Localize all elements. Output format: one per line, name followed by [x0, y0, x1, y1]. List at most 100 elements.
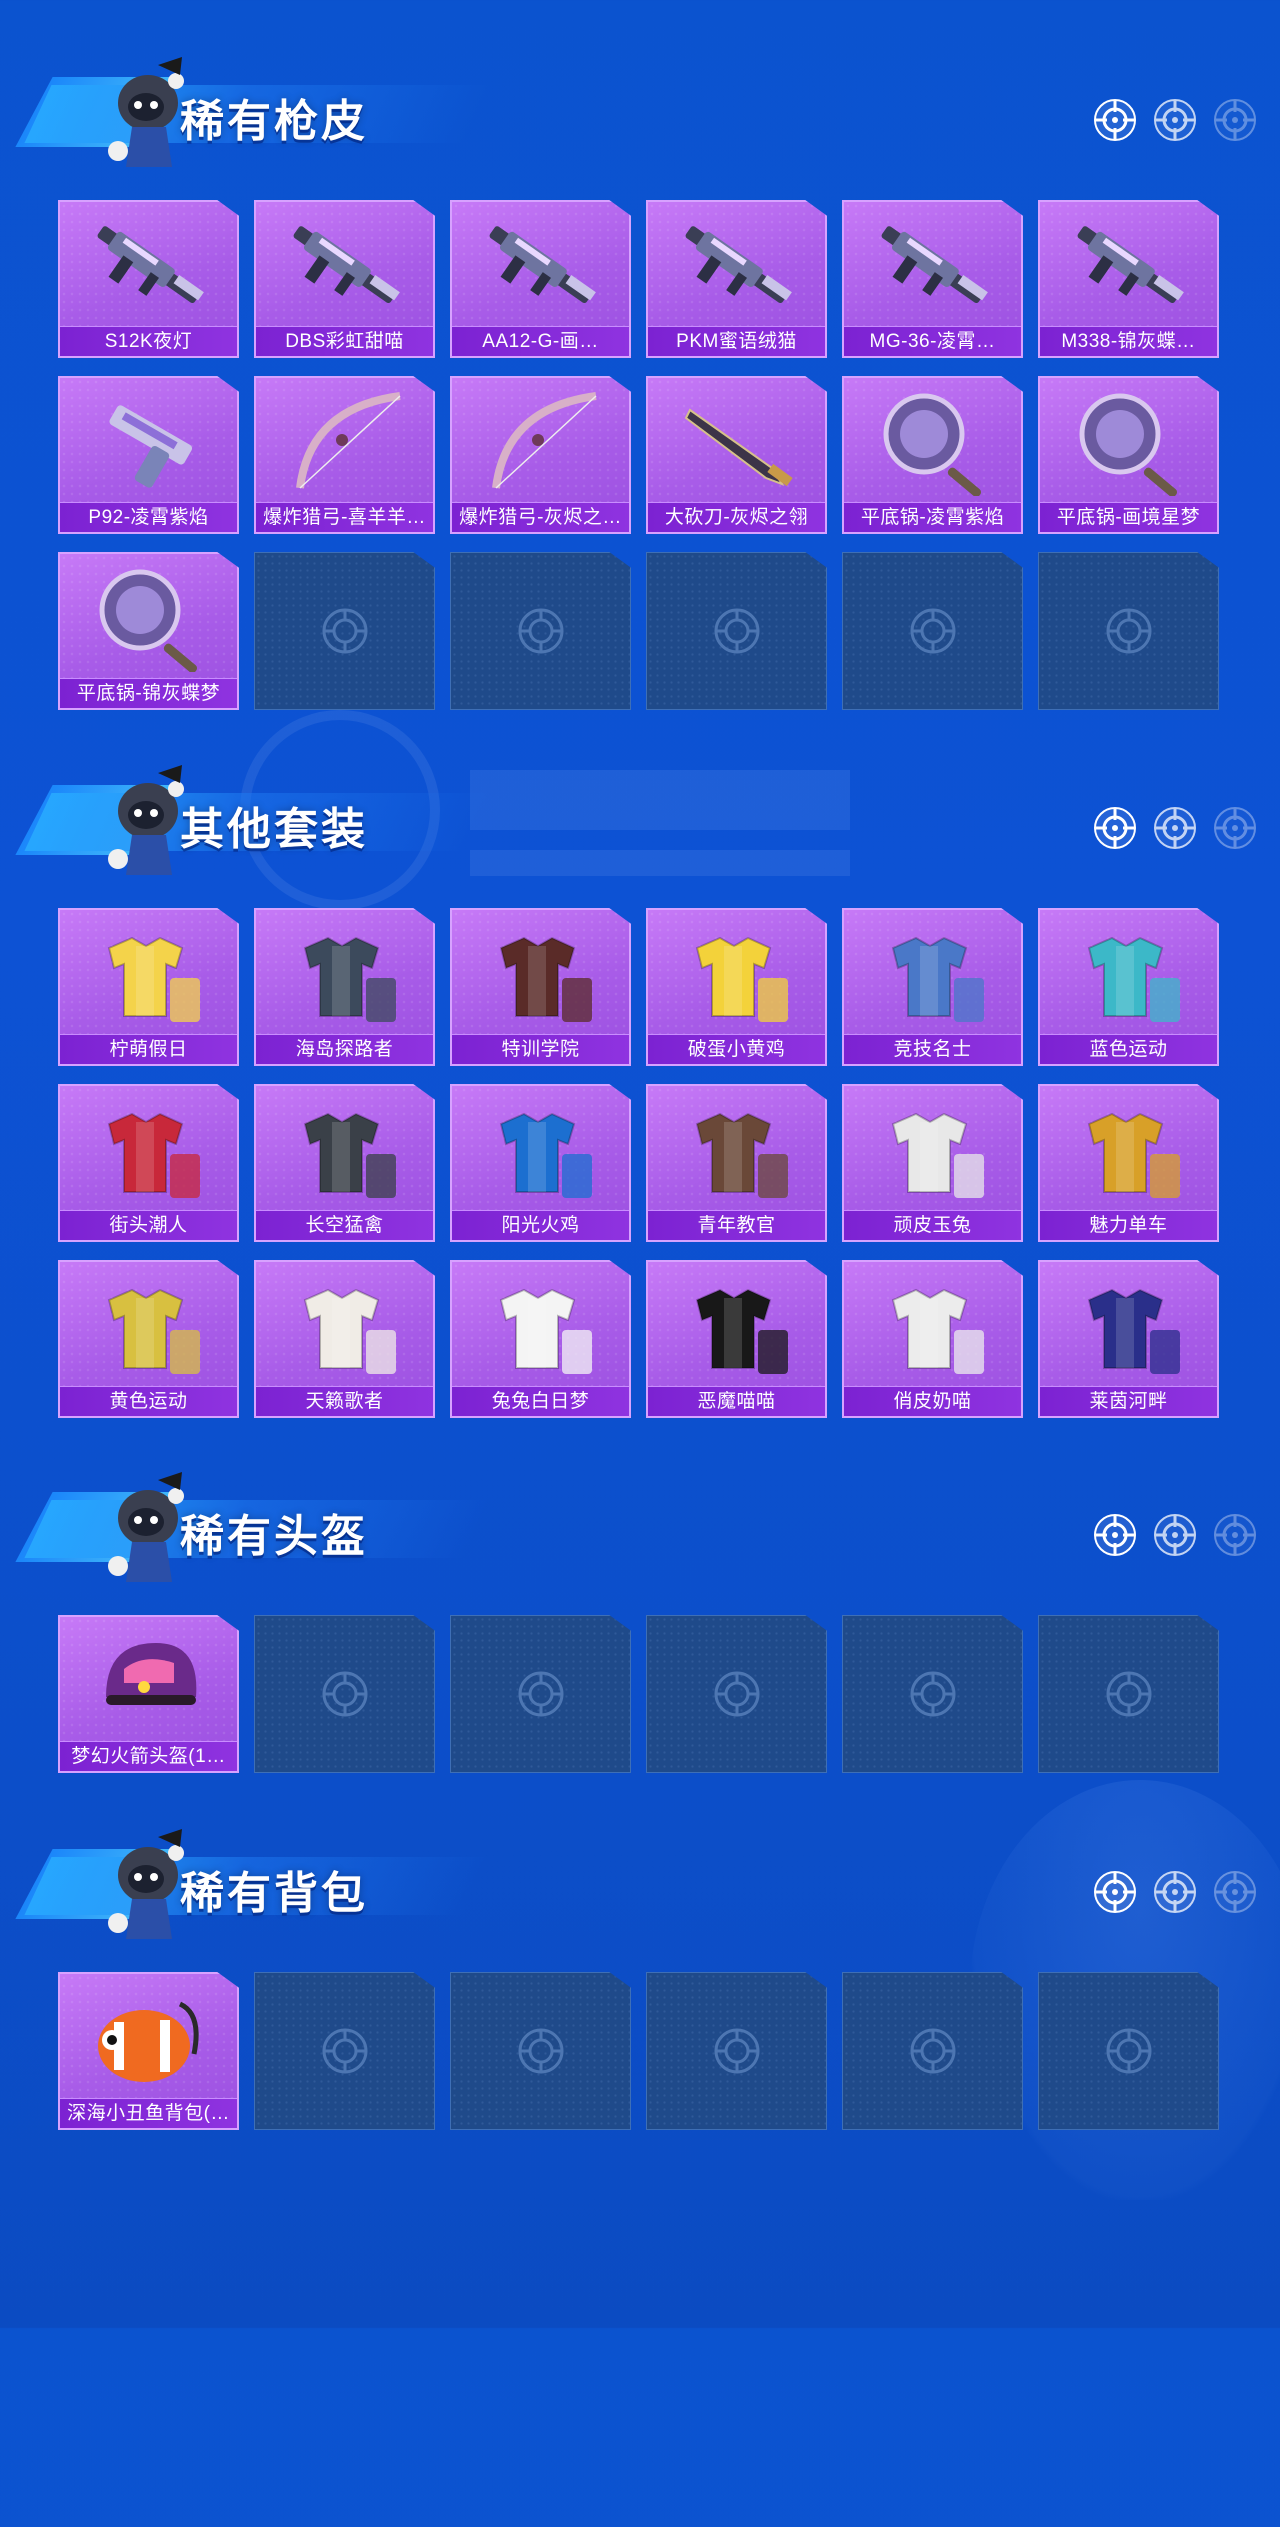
outfit-icon: [84, 1096, 214, 1204]
crosshair-icon: [1092, 1512, 1138, 1558]
empty-crosshair-icon: [712, 606, 762, 656]
item-label: 街头潮人: [60, 1210, 237, 1240]
crosshair-icon: [1152, 1512, 1198, 1558]
item-label: DBS彩虹甜喵: [256, 326, 433, 356]
item-label: 兔兔白日梦: [452, 1386, 629, 1416]
item-card[interactable]: 俏皮奶喵: [842, 1260, 1023, 1418]
empty-slot: [842, 1972, 1023, 2130]
item-card[interactable]: 兔兔白日梦: [450, 1260, 631, 1418]
item-card[interactable]: 魅力单车: [1038, 1084, 1219, 1242]
item-card[interactable]: AA12-G-画…: [450, 200, 631, 358]
item-card[interactable]: S12K夜灯: [58, 200, 239, 358]
outfit-icon: [868, 1272, 998, 1380]
empty-crosshair-icon: [1104, 606, 1154, 656]
item-card[interactable]: DBS彩虹甜喵: [254, 200, 435, 358]
section-title: 其他套装: [180, 805, 368, 854]
empty-slot: [842, 552, 1023, 710]
empty-slot: [254, 1615, 435, 1773]
empty-crosshair-icon: [908, 2026, 958, 2076]
outfit-icon: [476, 1272, 606, 1380]
empty-crosshair-icon: [1104, 1669, 1154, 1719]
crosshair-icon: [1212, 805, 1258, 851]
item-card[interactable]: 天籁歌者: [254, 1260, 435, 1418]
item-label: 平底锅-画境星梦: [1040, 502, 1217, 532]
item-card[interactable]: 竞技名士: [842, 908, 1023, 1066]
empty-crosshair-icon: [908, 1669, 958, 1719]
section-crosshair-indicators: [1092, 1512, 1256, 1558]
empty-slot: [1038, 552, 1219, 710]
outfit-icon: [1064, 920, 1194, 1028]
outfit-icon: [672, 1096, 802, 1204]
item-card[interactable]: 青年教官: [646, 1084, 827, 1242]
empty-slot: [254, 1972, 435, 2130]
item-label: 俏皮奶喵: [844, 1386, 1021, 1416]
item-card[interactable]: 爆炸猎弓-灰烬之…: [450, 376, 631, 534]
item-card[interactable]: P92-凌霄紫焰: [58, 376, 239, 534]
item-card[interactable]: 恶魔喵喵: [646, 1260, 827, 1418]
item-card[interactable]: 大砍刀-灰烬之翎: [646, 376, 827, 534]
item-card[interactable]: 爆炸猎弓-喜羊羊…: [254, 376, 435, 534]
empty-slot: [450, 552, 631, 710]
section-header: 稀有头盔: [15, 1470, 492, 1590]
item-card[interactable]: 长空猛禽: [254, 1084, 435, 1242]
item-label: P92-凌霄紫焰: [60, 502, 237, 532]
empty-crosshair-icon: [516, 1669, 566, 1719]
empty-crosshair-icon: [908, 606, 958, 656]
empty-slot: [254, 552, 435, 710]
item-card[interactable]: 破蛋小黄鸡: [646, 908, 827, 1066]
section-title: 稀有头盔: [180, 1512, 368, 1561]
item-label: S12K夜灯: [60, 326, 237, 356]
item-card[interactable]: 平底锅-锦灰蝶梦: [58, 552, 239, 710]
empty-crosshair-icon: [1104, 2026, 1154, 2076]
item-card[interactable]: 阳光火鸡: [450, 1084, 631, 1242]
item-card[interactable]: 梦幻火箭头盔(1…: [58, 1615, 239, 1773]
item-card[interactable]: 平底锅-凌霄紫焰: [842, 376, 1023, 534]
item-label: 深海小丑鱼背包(…: [60, 2098, 237, 2128]
item-card[interactable]: 蓝色运动: [1038, 908, 1219, 1066]
gun-icon: [280, 212, 410, 320]
gun-icon: [868, 212, 998, 320]
item-card[interactable]: 柠萌假日: [58, 908, 239, 1066]
item-card[interactable]: 海岛探路者: [254, 908, 435, 1066]
item-card[interactable]: 街头潮人: [58, 1084, 239, 1242]
item-card[interactable]: 顽皮玉兔: [842, 1084, 1023, 1242]
outfit-icon: [868, 920, 998, 1028]
item-card[interactable]: 黄色运动: [58, 1260, 239, 1418]
empty-crosshair-icon: [320, 1669, 370, 1719]
item-label: 梦幻火箭头盔(1…: [60, 1741, 237, 1771]
helmet-icon: [84, 1627, 214, 1735]
empty-slot: [450, 1615, 631, 1773]
item-label: 竞技名士: [844, 1034, 1021, 1064]
section-crosshair-indicators: [1092, 97, 1256, 143]
item-label: MG-36-凌霄…: [844, 326, 1021, 356]
machete-icon: [672, 388, 802, 496]
item-card[interactable]: MG-36-凌霄…: [842, 200, 1023, 358]
outfit-icon: [84, 1272, 214, 1380]
outfit-icon: [280, 1272, 410, 1380]
item-card[interactable]: 特训学院: [450, 908, 631, 1066]
section-title: 稀有背包: [180, 1869, 368, 1918]
outfit-icon: [1064, 1096, 1194, 1204]
item-card[interactable]: M338-锦灰蝶…: [1038, 200, 1219, 358]
item-card[interactable]: 莱茵河畔: [1038, 1260, 1219, 1418]
item-card[interactable]: 深海小丑鱼背包(…: [58, 1972, 239, 2130]
crosshair-icon: [1152, 97, 1198, 143]
outfit-icon: [672, 1272, 802, 1380]
empty-slot: [646, 1972, 827, 2130]
item-label: 破蛋小黄鸡: [648, 1034, 825, 1064]
gun-icon: [476, 212, 606, 320]
item-label: 海岛探路者: [256, 1034, 433, 1064]
outfit-icon: [476, 1096, 606, 1204]
section-header: 稀有背包: [15, 1827, 492, 1947]
section-header: 其他套装: [15, 763, 492, 883]
section-1: 其他套装 柠萌假日 海岛探路者 特训学院 破蛋小黄鸡 竞技名士 蓝色运动 街头潮…: [0, 763, 1280, 1463]
item-label: 大砍刀-灰烬之翎: [648, 502, 825, 532]
crosshair-icon: [1092, 1869, 1138, 1915]
item-card[interactable]: PKM蜜语绒猫: [646, 200, 827, 358]
item-card[interactable]: 平底锅-画境星梦: [1038, 376, 1219, 534]
item-label: 柠萌假日: [60, 1034, 237, 1064]
outfit-icon: [280, 1096, 410, 1204]
item-label: 青年教官: [648, 1210, 825, 1240]
item-label: 莱茵河畔: [1040, 1386, 1217, 1416]
item-label: 恶魔喵喵: [648, 1386, 825, 1416]
